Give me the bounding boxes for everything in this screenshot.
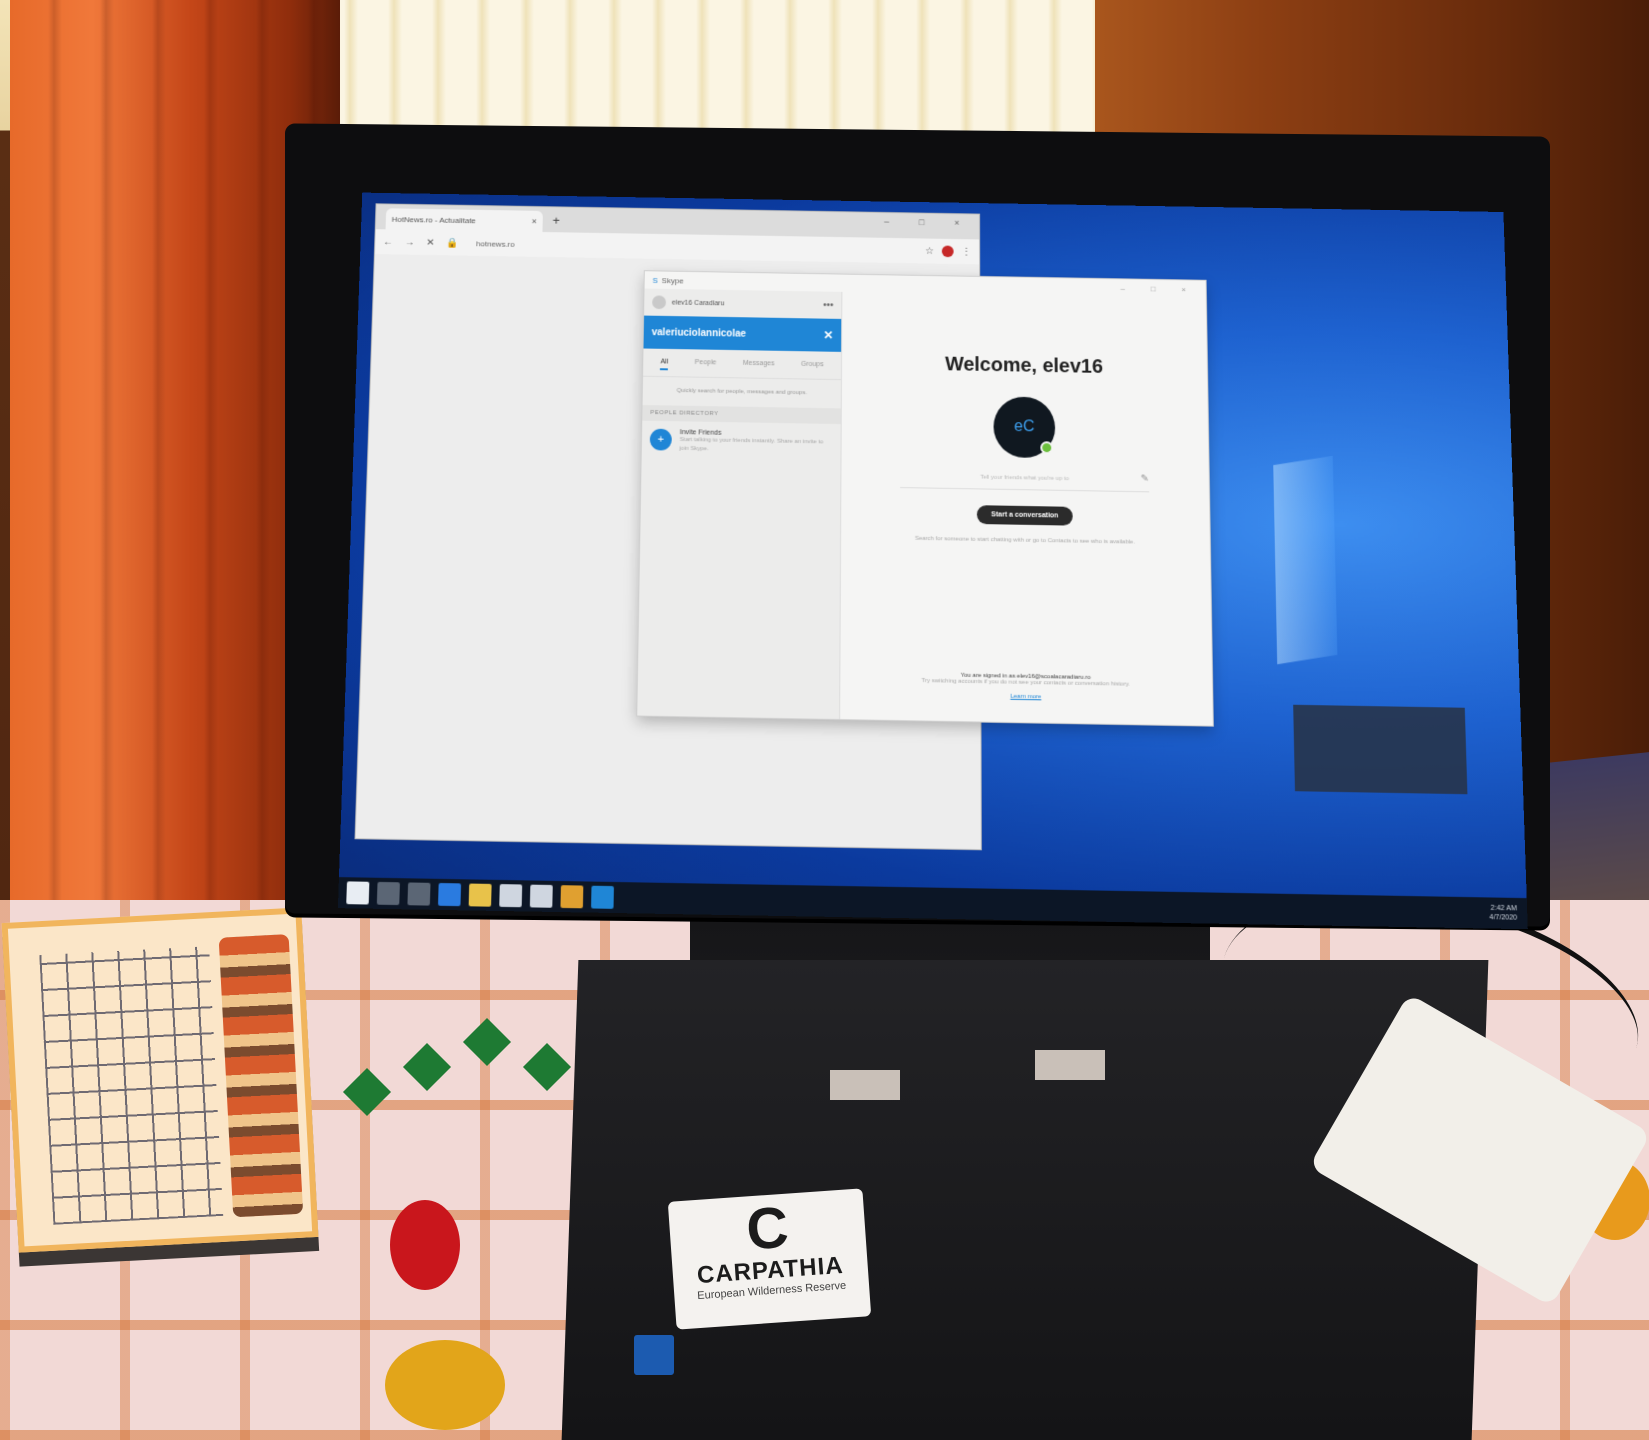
mail-icon[interactable] (529, 884, 553, 908)
stop-icon[interactable]: ✕ (426, 237, 435, 248)
search-hint: Quickly search for people, messages and … (676, 388, 808, 397)
profile-row[interactable]: elev16 Caradiaru ••• (644, 289, 841, 319)
chrome-icon[interactable] (560, 885, 584, 909)
mood-underline (900, 487, 1150, 493)
cloth-pattern (462, 1017, 512, 1067)
intel-sticker (634, 1335, 674, 1375)
more-options-icon[interactable]: ••• (823, 300, 833, 311)
tape-strip (1035, 1050, 1105, 1080)
file-explorer-icon[interactable] (468, 883, 492, 907)
user-avatar[interactable]: eC (993, 396, 1056, 459)
skype-taskbar-icon[interactable] (591, 885, 614, 909)
skype-sidebar: elev16 Caradiaru ••• valeriuciolannicola… (637, 288, 843, 720)
photo-scene: C CARPATHIA European Wilderness Reserve … (0, 0, 1649, 1440)
invite-friends-item[interactable]: + Invite Friends Start talking to your f… (642, 421, 841, 465)
mood-field[interactable]: Tell your friends what you're up to ✎ (840, 472, 1209, 493)
cloth-pattern (522, 1042, 572, 1092)
skype-logo-icon: S (652, 275, 658, 285)
skype-window-controls[interactable]: – □ × (1121, 284, 1198, 294)
notebook-illustrations (218, 934, 304, 1218)
add-person-icon: + (649, 428, 672, 451)
clock-time: 2:42 AM (1490, 904, 1518, 913)
star-icon[interactable]: ☆ (925, 246, 934, 257)
avatar (652, 295, 667, 310)
tab-messages[interactable]: Messages (743, 360, 775, 372)
store-icon[interactable] (499, 884, 523, 908)
edge-icon[interactable] (438, 882, 462, 907)
clear-search-icon[interactable]: ✕ (823, 328, 833, 342)
search-input[interactable]: valeriuciolannicolae ✕ (643, 315, 842, 352)
system-tray[interactable]: 2:42 AM 4/7/2020 (1489, 904, 1517, 923)
notebook-grid (39, 946, 224, 1225)
monitor-screen: HotNews.ro - Actualitate × + – □ × ← → ✕… (337, 192, 1528, 930)
skype-window: S Skype – □ × elev16 Caradiaru ••• valer… (637, 271, 1213, 726)
profile-name: elev16 Caradiaru (671, 299, 725, 307)
browser-window-controls[interactable]: – □ × (884, 217, 973, 228)
tab-all[interactable]: All (660, 358, 669, 371)
learn-more-link[interactable]: Learn more (839, 691, 1212, 704)
menu-icon[interactable]: ⋮ (961, 246, 971, 257)
profile-avatar[interactable] (941, 245, 954, 258)
pencil-icon[interactable]: ✎ (1141, 473, 1149, 484)
start-icon[interactable] (346, 881, 370, 905)
strawberry-print (390, 1200, 460, 1290)
back-icon[interactable]: ← (383, 236, 393, 247)
window-background (270, 0, 1150, 135)
avatar-initials: eC (1014, 418, 1035, 436)
tape-strip (830, 1070, 900, 1100)
start-hint: Search for someone to start chatting wit… (914, 535, 1135, 546)
start-conversation-button[interactable]: Start a conversation (977, 505, 1073, 526)
mood-placeholder: Tell your friends what you're up to (980, 474, 1070, 483)
desktop-area (1293, 704, 1468, 795)
tab-groups[interactable]: Groups (801, 361, 824, 373)
cloth-pattern (402, 1042, 452, 1092)
tab-close-icon[interactable]: × (532, 216, 537, 226)
tab-people[interactable]: People (695, 359, 717, 371)
lock-icon: 🔒 (446, 237, 459, 249)
fruit-print (385, 1340, 505, 1430)
new-tab-button[interactable]: + (552, 213, 560, 227)
invite-subtitle: Start talking to your friends instantly.… (679, 436, 824, 453)
signed-in-notice: You are signed in as elev16@scoalacaradi… (839, 671, 1212, 690)
carpathia-sticker: C CARPATHIA European Wilderness Reserve (667, 1188, 872, 1330)
task-view-icon[interactable] (407, 882, 431, 906)
tab-title: HotNews.ro - Actualitate (391, 214, 476, 225)
forward-icon[interactable]: → (405, 237, 415, 248)
search-value: valeriuciolannicolae (651, 326, 747, 340)
clock-date: 4/7/2020 (1489, 914, 1518, 922)
cloth-pattern (342, 1067, 392, 1117)
skype-welcome-panel: Welcome, elev16 eC Tell your friends wha… (839, 292, 1213, 726)
skype-window-title: Skype (661, 275, 684, 285)
address-bar[interactable]: hotnews.ro (476, 239, 515, 248)
welcome-heading: Welcome, elev16 (944, 353, 1104, 378)
windows-logo-wallpaper (1273, 455, 1338, 665)
search-icon[interactable] (376, 881, 400, 906)
notebook (1, 907, 319, 1253)
presence-indicator (1040, 441, 1054, 455)
search-tabs: All People Messages Groups (643, 348, 842, 381)
browser-tab[interactable]: HotNews.ro - Actualitate × (385, 208, 543, 232)
